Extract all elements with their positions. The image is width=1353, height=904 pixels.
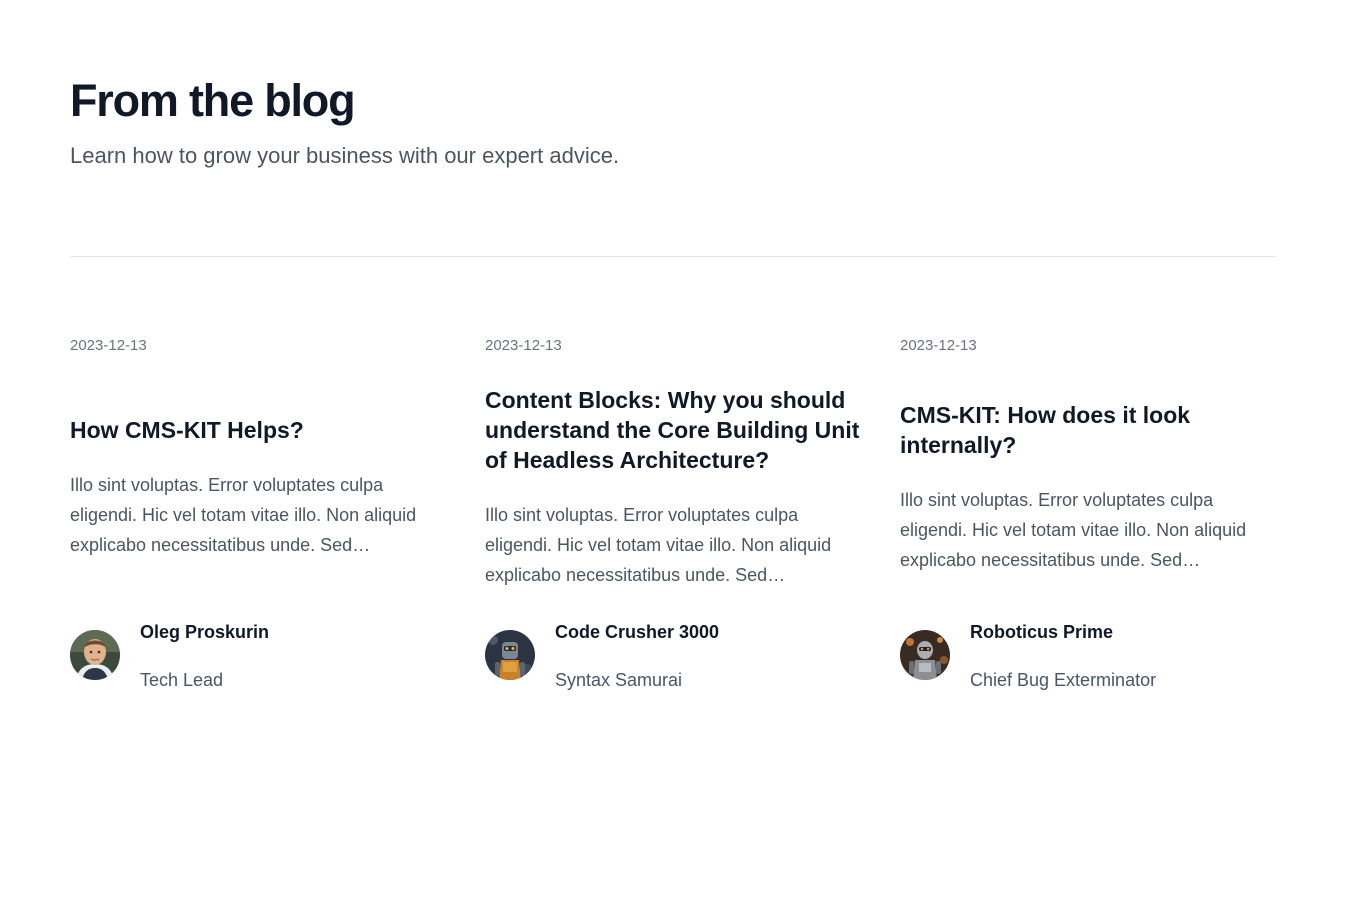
section-divider bbox=[70, 256, 1276, 257]
section-subtitle: Learn how to grow your business with our… bbox=[70, 143, 620, 168]
post-date: 2023-12-13 bbox=[70, 337, 147, 354]
blog-post-card: 2023-12-13 How CMS-KIT Helps? Illo sint … bbox=[70, 335, 445, 697]
post-excerpt: Illo sint voluptas. Error voluptates cul… bbox=[70, 474, 417, 555]
blog-post-card: 2023-12-13 CMS-KIT: How does it look int… bbox=[900, 335, 1275, 697]
post-author: Code Crusher 3000 Syntax Samurai bbox=[485, 618, 860, 690]
post-content: How CMS-KIT Helps? Illo sint voluptas. E… bbox=[70, 367, 445, 607]
posts-grid: 2023-12-13 How CMS-KIT Helps? Illo sint … bbox=[70, 335, 1276, 697]
robot-avatar-icon bbox=[485, 630, 535, 680]
robot-avatar-icon bbox=[900, 630, 950, 680]
post-date: 2023-12-13 bbox=[900, 337, 977, 354]
post-title-link[interactable]: CMS-KIT: How does it look internally? bbox=[900, 400, 1275, 460]
blog-section: From the blog Learn how to grow your bus… bbox=[0, 0, 1353, 904]
post-title-link[interactable]: Content Blocks: Why you should understan… bbox=[485, 385, 860, 475]
post-excerpt: Illo sint voluptas. Error voluptates cul… bbox=[485, 504, 832, 585]
author-name: Code Crusher 3000 bbox=[555, 622, 720, 642]
blog-post-card: 2023-12-13 Content Blocks: Why you shoul… bbox=[485, 335, 860, 697]
post-title-link[interactable]: How CMS-KIT Helps? bbox=[70, 415, 445, 445]
post-content: CMS-KIT: How does it look internally? Il… bbox=[900, 367, 1275, 607]
author-role: Syntax Samurai bbox=[555, 670, 683, 690]
author-role: Chief Bug Exterminator bbox=[970, 670, 1157, 690]
blog-header: From the blog Learn how to grow your bus… bbox=[70, 74, 1276, 172]
author-name: Oleg Proskurin bbox=[140, 622, 270, 642]
section-title: From the blog bbox=[70, 75, 356, 126]
post-date: 2023-12-13 bbox=[485, 337, 562, 354]
post-author: Roboticus Prime Chief Bug Exterminator bbox=[900, 618, 1275, 690]
author-role: Tech Lead bbox=[140, 670, 224, 690]
post-content: Content Blocks: Why you should understan… bbox=[485, 367, 860, 607]
post-author: Oleg Proskurin Tech Lead bbox=[70, 618, 445, 690]
person-avatar-icon bbox=[70, 630, 120, 680]
post-excerpt: Illo sint voluptas. Error voluptates cul… bbox=[900, 489, 1247, 570]
author-name: Roboticus Prime bbox=[970, 622, 1114, 642]
